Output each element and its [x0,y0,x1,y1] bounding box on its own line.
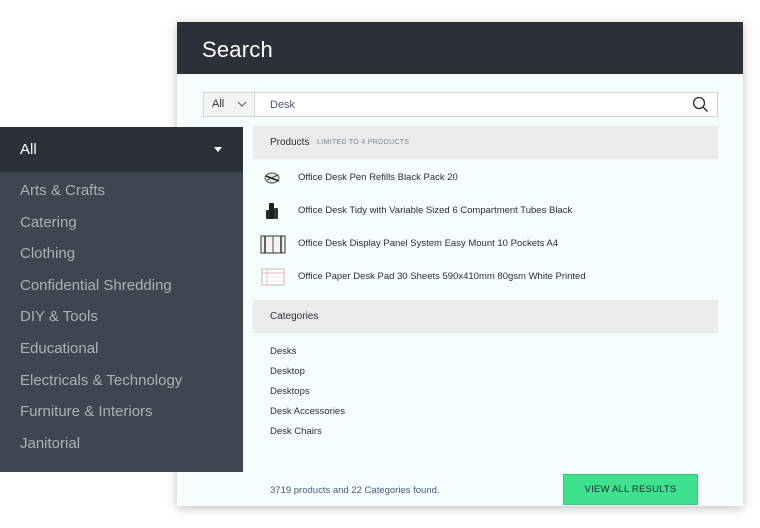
category-link[interactable]: Desk Chairs [270,426,322,437]
menu-item-electricals-technology[interactable]: Electricals & Technology [20,372,182,389]
search-input[interactable] [256,93,686,116]
menu-item-catering[interactable]: Catering [20,214,77,231]
category-menu-toggle[interactable]: All [0,127,243,172]
view-all-results-button[interactable]: VIEW ALL RESULTS [563,474,698,505]
product-name: Office Desk Pen Refills Black Pack 20 [298,172,458,183]
search-results-body: All Products LIMITED TO 4 PRODUCTS Offi [182,74,739,506]
menu-item-arts-crafts[interactable]: Arts & Crafts [20,182,105,199]
categories-heading: Categories [270,311,319,322]
products-heading: Products [270,137,310,148]
menu-item-janitorial[interactable]: Janitorial [20,435,80,452]
product-name: Office Desk Display Panel System Easy Mo… [298,238,559,249]
display-panel-thumbnail [260,235,286,254]
desk-tidy-thumbnail [266,203,278,219]
chevron-down-icon [237,101,247,107]
search-panel: Search All Products LIMITED TO 4 PRODUCT… [177,22,743,506]
menu-item-furniture-interiors[interactable]: Furniture & Interiors [20,403,153,420]
scope-select-value: All [212,98,225,110]
product-result-item[interactable]: Office Desk Pen Refills Black Pack 20 [253,163,718,193]
pen-refills-thumbnail [264,172,280,184]
menu-item-confidential-shredding[interactable]: Confidential Shredding [20,277,172,294]
category-link[interactable]: Desks [270,346,296,357]
category-link[interactable]: Desk Accessories [270,406,345,417]
results-summary: 3719 products and 22 Categories found. [270,485,440,496]
menu-item-educational[interactable]: Educational [20,340,98,357]
products-section-header: Products LIMITED TO 4 PRODUCTS [253,126,718,159]
category-link[interactable]: Desktop [270,366,305,377]
product-result-item[interactable]: Office Desk Display Panel System Easy Mo… [253,229,718,259]
product-result-item[interactable]: Office Desk Tidy with Variable Sized 6 C… [253,196,718,226]
menu-item-diy-tools[interactable]: DIY & Tools [20,308,98,325]
categories-section-header: Categories [253,300,718,333]
product-name: Office Desk Tidy with Variable Sized 6 C… [298,205,573,216]
search-bar: All [203,92,718,117]
caret-down-icon [214,147,222,152]
category-menu-title: All [20,141,37,158]
product-name: Office Paper Desk Pad 30 Sheets 590x410m… [298,271,586,282]
category-menu: All Arts & Crafts Catering Clothing Conf… [0,127,243,472]
menu-item-clothing[interactable]: Clothing [20,245,75,262]
search-icon[interactable] [692,96,709,113]
search-header: Search [177,22,743,74]
scope-select[interactable]: All [204,93,255,116]
search-title: Search [202,37,273,62]
category-link[interactable]: Desktops [270,386,310,397]
desk-pad-thumbnail [261,268,285,286]
product-result-item[interactable]: Office Paper Desk Pad 30 Sheets 590x410m… [253,262,718,292]
products-limit-note: LIMITED TO 4 PRODUCTS [317,139,410,146]
